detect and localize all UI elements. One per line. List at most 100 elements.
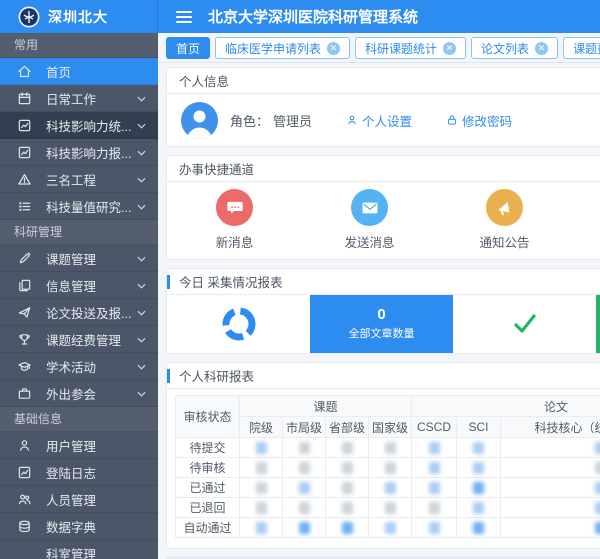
sidebar-item-user-mgmt[interactable]: 用户管理 [0, 432, 158, 459]
col-header: SCI [457, 417, 501, 438]
pen-icon [16, 250, 32, 266]
chart-box-icon [16, 144, 32, 160]
col-header: 省部级 [326, 417, 369, 438]
trophy-icon [16, 331, 32, 347]
avatar [181, 102, 218, 139]
col-header: CSCD [412, 417, 457, 438]
col-header-status: 审核状态 [176, 396, 240, 438]
send-message-shortcut[interactable]: 发送消息 [302, 189, 437, 251]
sidebar-item-paper-submission[interactable]: 论文投送及报... [0, 299, 158, 326]
warning-triangle-icon [16, 171, 32, 187]
sidebar-item-sanming-project[interactable]: 三名工程 [0, 166, 158, 193]
table-row: 已通过 [176, 478, 600, 498]
title-accent-bar [167, 369, 170, 383]
collection-report-title-row: 今日 采集情况报表 [167, 269, 600, 295]
sidebar-item-academic-activity[interactable]: 学术活动 [0, 353, 158, 380]
all-articles-stat: 0 全部文章数量 [310, 295, 453, 353]
logo-text: 深圳北大 [48, 7, 108, 27]
user-icon [16, 437, 32, 453]
lock-icon [446, 114, 458, 126]
research-report-body: 审核状态 课题 论文 院级 市局级 省部级 国家级 CSCD SCI [167, 389, 600, 548]
personal-info-title: 个人信息 [167, 68, 600, 94]
person-icon [346, 114, 358, 126]
sidebar-item-personnel-mgmt[interactable]: 人员管理 [0, 486, 158, 513]
collection-stats-row: 0 全部文章数量 [167, 295, 600, 353]
chart-box-icon [16, 117, 32, 133]
top-bar-right: 北京大学深圳医院科研管理系统 [158, 0, 600, 33]
sidebar-item-tech-value-research[interactable]: 科技量值研究... [0, 193, 158, 220]
research-report-title: 个人科研报表 [179, 366, 254, 385]
tab-home[interactable]: 首页 [166, 37, 210, 59]
hospital-logo: 深圳北大 [0, 0, 158, 33]
mail-icon [351, 189, 388, 226]
message-icon [216, 189, 253, 226]
quick-channel-title: 办事快捷通道 [167, 156, 600, 182]
sidebar-item-conference-travel[interactable]: 外出参会 [0, 380, 158, 407]
chevron-down-icon [137, 251, 146, 265]
stat-label: 全部文章数量 [349, 325, 415, 341]
tab-research-project-stats[interactable]: 科研课题统计 ✕ [355, 37, 466, 59]
collection-report-panel: 今日 采集情况报表 0 全部文章数量 [166, 268, 600, 354]
sidebar-item-tech-impact-report[interactable]: 科技影响力报... [0, 139, 158, 166]
new-message-shortcut[interactable]: 新消息 [167, 189, 302, 251]
col-header: 市局级 [283, 417, 326, 438]
briefcase-icon [16, 385, 32, 401]
notice-shortcut[interactable]: 通知公告 [437, 189, 572, 251]
stat-value: 0 [377, 307, 385, 323]
top-bar: 深圳北大 北京大学深圳医院科研管理系统 [0, 0, 600, 33]
tab-clinical-application-list[interactable]: 临床医学申请列表 ✕ [215, 37, 350, 59]
calendar-icon [16, 90, 32, 106]
main-area: 首页 临床医学申请列表 ✕ 科研课题统计 ✕ 论文列表 ✕ 课题费用报表 ✕ 用… [158, 33, 600, 559]
documents-icon [16, 277, 32, 293]
collection-green-cell [596, 295, 600, 353]
sidebar-item-login-log[interactable]: 登陆日志 [0, 459, 158, 486]
title-accent-bar [167, 275, 170, 289]
chart-line-icon [16, 464, 32, 480]
hospital-emblem-icon [18, 6, 40, 28]
table-row: 待提交 [176, 438, 600, 458]
sidebar-item-department-mgmt[interactable]: 科室管理 [0, 540, 158, 559]
sidebar-item-info-mgmt[interactable]: 信息管理 [0, 272, 158, 299]
col-header: 院级 [240, 417, 283, 438]
database-icon [16, 518, 32, 534]
tab-bar: 首页 临床医学申请列表 ✕ 科研课题统计 ✕ 论文列表 ✕ 课题费用报表 ✕ 用… [158, 33, 600, 63]
chevron-down-icon [137, 91, 146, 105]
tab-paper-list[interactable]: 论文列表 ✕ [471, 37, 558, 59]
sidebar-item-home[interactable]: 首页 [0, 58, 158, 85]
sidebar-item-tech-impact-stats[interactable]: 科技影响力统... [0, 112, 158, 139]
role-value: 管理员 [273, 114, 312, 129]
users-icon [16, 491, 32, 507]
chevron-down-icon [137, 118, 146, 132]
group-header-paper: 论文 [412, 396, 600, 417]
col-header: 国家级 [369, 417, 412, 438]
chevron-down-icon [137, 278, 146, 292]
tab-project-fee-report[interactable]: 课题费用报表 ✕ [563, 37, 600, 59]
role-text: 角色：管理员 [230, 111, 312, 130]
personal-settings-link[interactable]: 个人设置 [346, 111, 412, 130]
chevron-down-icon [137, 145, 146, 159]
sidebar-item-project-mgmt[interactable]: 课题管理 [0, 245, 158, 272]
chevron-down-icon [137, 305, 146, 319]
collection-check-cell [453, 295, 596, 353]
sidebar-item-project-funds[interactable]: 课题经费管理 [0, 326, 158, 353]
loading-donut-icon [219, 304, 259, 344]
tab-close-icon[interactable]: ✕ [535, 42, 548, 55]
megaphone-icon [486, 189, 523, 226]
tab-close-icon[interactable]: ✕ [327, 42, 340, 55]
change-password-link[interactable]: 修改密码 [446, 111, 512, 130]
research-report-table: 审核状态 课题 论文 院级 市局级 省部级 国家级 CSCD SCI [175, 395, 600, 538]
sidebar-section-research-mgmt: 科研管理 [0, 220, 158, 245]
chevron-down-icon [137, 386, 146, 400]
sidebar-section-basic-info: 基础信息 [0, 407, 158, 432]
sidebar-item-daily-work[interactable]: 日常工作 [0, 85, 158, 112]
personal-info-panel: 个人信息 角色：管理员 个人设置 [166, 67, 600, 147]
personal-info-body: 角色：管理员 个人设置 修改密码 [167, 94, 600, 146]
app-window: 深圳北大 北京大学深圳医院科研管理系统 常用 首页 日常工作 科技影响力统...… [0, 0, 600, 559]
sidebar: 常用 首页 日常工作 科技影响力统... 科技影响力报... 三名工程 科技 [0, 33, 158, 559]
menu-collapse-icon[interactable] [176, 11, 192, 23]
tab-close-icon[interactable]: ✕ [443, 42, 456, 55]
checkmark-icon [509, 308, 541, 340]
sidebar-item-data-dictionary[interactable]: 数据字典 [0, 513, 158, 540]
blank-icon [16, 545, 32, 559]
sidebar-section-common: 常用 [0, 33, 158, 58]
